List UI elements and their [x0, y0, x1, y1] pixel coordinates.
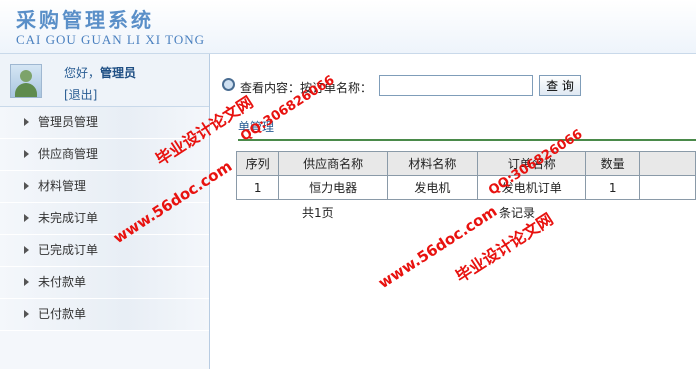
column-header: 材料名称 [386, 151, 478, 176]
user-panel: 您好，管理员 [退出] [0, 54, 209, 107]
table-cell: 发电机 [386, 175, 478, 200]
search-input[interactable] [379, 75, 533, 96]
table-row[interactable]: 1 恒力电器 发电机 发电机订单 1 [235, 175, 696, 200]
sidebar-item-label: 未付款单 [38, 275, 87, 289]
orders-table: 序列 供应商名称 材料名称 订单名称 数量 1 恒力电器 发电机 发电机订单 1 [235, 151, 696, 200]
search-button[interactable]: 查 询 [539, 75, 581, 96]
column-header: 数量 [585, 151, 640, 176]
chevron-right-icon [24, 182, 29, 190]
sidebar-item-unpaid[interactable]: 未付款单 [0, 267, 209, 299]
avatar [10, 64, 42, 98]
sidebar-item-label: 材料管理 [38, 179, 87, 193]
divider [238, 139, 696, 141]
sidebar-item-label: 未完成订单 [38, 211, 99, 225]
table-cell: 1 [585, 175, 640, 200]
greeting-text: 您好， [64, 66, 101, 80]
chevron-right-icon [24, 118, 29, 126]
app-subtitle: CAI GOU GUAN LI XI TONG [16, 32, 205, 47]
chevron-right-icon [24, 150, 29, 158]
user-greeting: 您好，管理员 [64, 64, 136, 81]
chevron-right-icon [24, 214, 29, 222]
search-icon [222, 78, 235, 91]
column-header: 序列 [235, 151, 280, 176]
sidebar-item-label: 已付款单 [38, 307, 87, 321]
sidebar: 您好，管理员 [退出] 管理员管理 供应商管理 材料管理 未完成订单 已完成订单… [0, 54, 210, 369]
column-header [638, 151, 696, 176]
table-cell [638, 175, 696, 200]
sidebar-item-finished-orders[interactable]: 已完成订单 [0, 235, 209, 267]
app-title: 采购管理系统 [16, 8, 154, 32]
sidebar-item-label: 供应商管理 [38, 147, 99, 161]
table-cell: 1 [235, 175, 280, 200]
chevron-right-icon [24, 310, 29, 318]
chevron-right-icon [24, 246, 29, 254]
chevron-right-icon [24, 278, 29, 286]
table-cell: 恒力电器 [278, 175, 388, 200]
avatar-body-icon [15, 83, 37, 97]
page-count: 共1页 [302, 206, 334, 220]
column-header: 供应商名称 [278, 151, 388, 176]
user-role: 管理员 [100, 66, 137, 80]
logout-link[interactable]: [退出] [64, 86, 97, 103]
table-header-row: 序列 供应商名称 材料名称 订单名称 数量 [235, 151, 696, 176]
sidebar-item-label: 管理员管理 [38, 115, 99, 129]
avatar-head-icon [20, 70, 32, 82]
app-header: 采购管理系统 CAI GOU GUAN LI XI TONG [0, 0, 696, 54]
sidebar-item-label: 已完成订单 [38, 243, 99, 257]
sidebar-item-paid[interactable]: 已付款单 [0, 299, 209, 331]
search-bar: 查看内容：按订单名称： 查 询 [210, 54, 696, 106]
